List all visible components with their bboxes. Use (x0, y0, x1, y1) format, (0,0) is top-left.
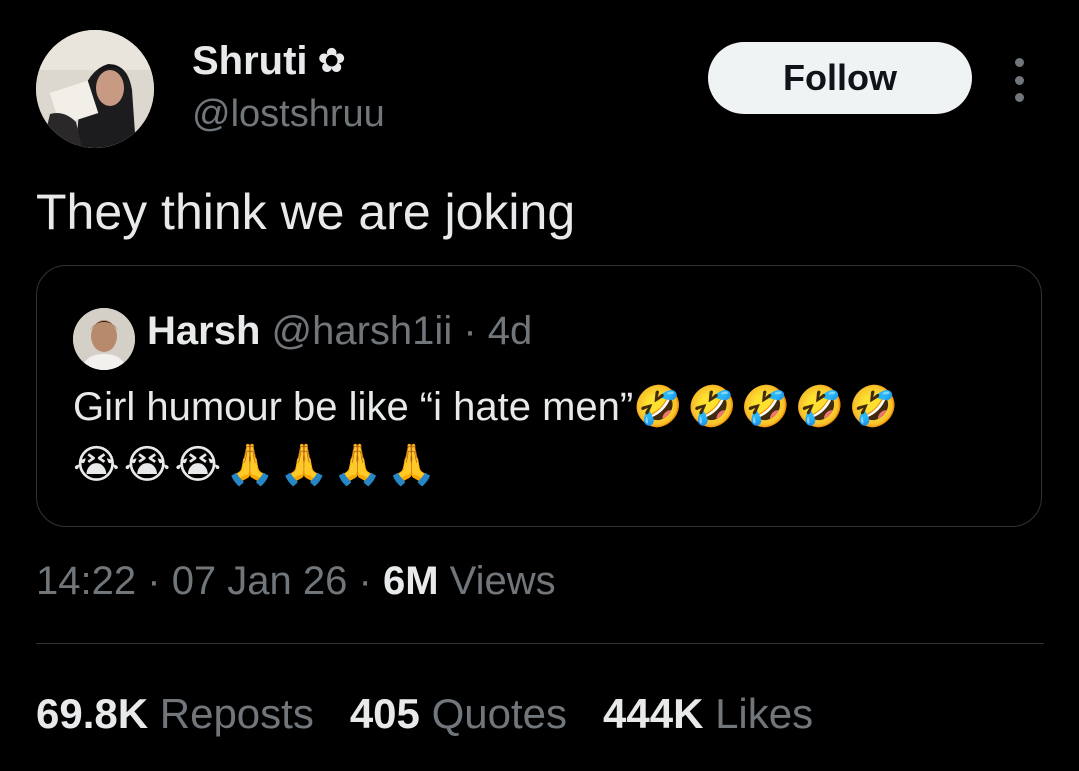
author-avatar[interactable] (36, 30, 154, 148)
divider (36, 643, 1044, 644)
quoted-author-avatar[interactable] (73, 308, 135, 370)
separator-dot: · (358, 559, 372, 603)
quoted-tweet-header: Harsh @harsh1ii · 4d (147, 306, 532, 356)
author-name-text: Shruti (192, 39, 308, 83)
tweet-date[interactable]: 07 Jan 26 (172, 559, 348, 603)
quotes-label: Quotes (431, 690, 567, 737)
flower-icon: ✿ (317, 42, 347, 80)
views-label: Views (449, 559, 556, 603)
reposts-stat[interactable]: 69.8K Reposts (36, 688, 314, 740)
separator-dot: · (463, 309, 477, 353)
emoji-rofl-row: 🤣🤣🤣🤣🤣 (633, 384, 903, 430)
quotes-stat[interactable]: 405 Quotes (350, 688, 567, 740)
tweet-meta: 14:22 · 07 Jan 26 · 6M Views (36, 556, 556, 606)
tweet-text: They think we are joking (36, 184, 576, 240)
quoted-tweet-text: Girl humour be like “i hate men”🤣🤣🤣🤣🤣 😭😭… (73, 378, 1023, 494)
follow-button[interactable]: Follow (708, 42, 972, 114)
reposts-count: 69.8K (36, 690, 149, 737)
views-count: 6M (382, 559, 439, 603)
quoted-tweet-text-body: Girl humour be like “i hate men” (73, 385, 634, 429)
likes-stat[interactable]: 444K Likes (603, 688, 813, 740)
quoted-tweet-card[interactable]: Harsh @harsh1ii · 4d Girl humour be like… (36, 265, 1042, 527)
quoted-author-handle[interactable]: @harsh1ii (272, 309, 453, 353)
author-handle[interactable]: @lostshruu (192, 92, 385, 136)
likes-count: 444K (603, 690, 704, 737)
engagement-stats: 69.8K Reposts 405 Quotes 444K Likes (36, 688, 813, 740)
separator-dot: · (147, 559, 161, 603)
reposts-label: Reposts (159, 690, 314, 737)
quoted-tweet-age[interactable]: 4d (488, 309, 533, 353)
quoted-author-name[interactable]: Harsh (147, 309, 260, 353)
author-name[interactable]: Shruti ✿ (192, 38, 346, 84)
likes-label: Likes (715, 690, 814, 737)
emoji-cry-pray-row: 😭😭😭🙏🙏🙏🙏 (73, 442, 441, 488)
more-options-icon[interactable] (1006, 58, 1032, 102)
tweet-time[interactable]: 14:22 (36, 559, 136, 603)
quotes-count: 405 (349, 690, 420, 737)
